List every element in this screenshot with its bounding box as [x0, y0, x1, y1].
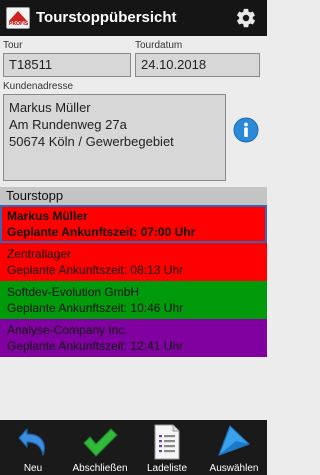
checkmark-icon	[83, 428, 118, 457]
play-triangle-icon	[218, 425, 250, 456]
address-line-name: Markus Müller	[9, 100, 91, 115]
list-item[interactable]: Softdev-Evolution GmbH Geplante Ankunfts…	[0, 281, 267, 319]
address-line-city: 50674 Köln / Gewerbegebiet	[9, 134, 174, 149]
stop-name: Softdev-Evolution GmbH	[7, 285, 140, 299]
title-bar: PROFIS Tourstoppübersicht	[0, 0, 267, 36]
abschliessen-button[interactable]: Abschließen	[67, 420, 134, 475]
stop-time: Geplante Ankunftszeit: 10:46 Uhr	[7, 301, 184, 315]
stop-name: Analyse-Company Inc.	[7, 323, 128, 337]
stop-name: Markus Müller	[7, 209, 88, 223]
stop-time: Geplante Ankunftszeit: 08:13 Uhr	[7, 263, 184, 277]
gear-icon[interactable]	[235, 7, 257, 29]
stop-time: Geplante Ankunftszeit: 07:00 Uhr	[7, 225, 196, 239]
neu-button[interactable]: Neu	[0, 420, 67, 475]
list-item[interactable]: Analyse-Company Inc. Geplante Ankunftsze…	[0, 319, 267, 357]
page-title: Tourstoppübersicht	[36, 9, 177, 26]
auswaehlen-button[interactable]: Auswählen	[201, 420, 267, 475]
section-header-tourstopp: Tourstopp	[0, 187, 267, 205]
list-item[interactable]: Markus Müller Geplante Ankunftszeit: 07:…	[0, 205, 267, 243]
back-arrow-icon	[18, 428, 45, 456]
document-list-icon	[154, 424, 180, 460]
kundenadresse-field: Markus Müller Am Rundenweg 27a 50674 Köl…	[3, 94, 226, 181]
tourdatum-label: Tourdatum	[135, 40, 183, 51]
kundenadresse-label: Kundenadresse	[3, 81, 74, 92]
stop-name: Zentrallager	[7, 247, 72, 261]
address-line-street: Am Rundenweg 27a	[9, 117, 127, 132]
bottom-action-bar: Neu Abschließen Ladeliste Auswählen	[0, 420, 267, 475]
auswaehlen-label: Auswählen	[209, 463, 259, 474]
app-logo: PROFIS	[6, 7, 30, 29]
stop-time: Geplante Ankunftszeit: 12:41 Uhr	[7, 339, 184, 353]
list-item[interactable]: Zentrallager Geplante Ankunftszeit: 08:1…	[0, 243, 267, 281]
ladeliste-button[interactable]: Ladeliste	[134, 420, 201, 475]
tourdatum-field[interactable]: 24.10.2018	[135, 53, 260, 77]
tour-label: Tour	[3, 40, 23, 51]
tour-field[interactable]: T18511	[3, 53, 131, 77]
info-icon[interactable]	[233, 117, 259, 143]
